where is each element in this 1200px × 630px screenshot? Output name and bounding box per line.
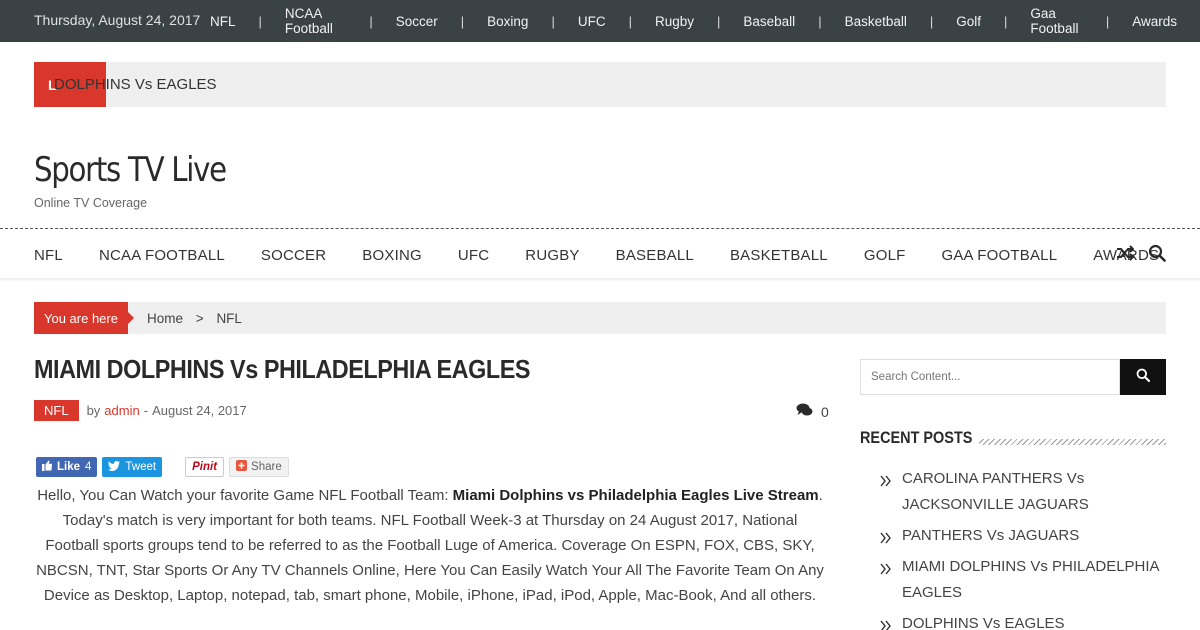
top-nav-link-soccer[interactable]: Soccer <box>373 14 461 29</box>
recent-posts-heading: RECENT POSTS <box>860 428 1166 450</box>
main-nav-golf[interactable]: GOLF <box>864 247 906 264</box>
comments-icon <box>796 403 813 420</box>
top-nav-item-gaa-football: | Gaa Football <box>1004 6 1106 36</box>
main-nav-baseball[interactable]: BASEBALL <box>616 247 694 264</box>
top-nav: NFL | NCAA Football | Soccer | Boxing | UFC | Rugb… <box>187 0 1200 42</box>
share-plus-icon <box>236 460 248 474</box>
main-nav-rugby[interactable]: RUGBY <box>525 247 579 264</box>
main-nav-ufc[interactable]: UFC <box>458 247 489 264</box>
top-nav-link-boxing[interactable]: Boxing <box>464 14 551 29</box>
share-label: Share <box>251 461 282 473</box>
top-nav-link-ufc[interactable]: UFC <box>555 14 629 29</box>
recent-posts-title: RECENT POSTS <box>860 428 980 448</box>
breadcrumb-current[interactable]: NFL <box>216 311 242 326</box>
chevron-double-right-icon <box>880 559 892 575</box>
by-label: by <box>86 403 101 418</box>
top-nav-item-ncaa-football: | NCAA Football <box>259 6 370 36</box>
top-nav-item-boxing: | Boxing <box>461 14 552 29</box>
main-nav-soccer[interactable]: SOCCER <box>261 247 326 264</box>
sidebar-search <box>860 359 1166 395</box>
ticker-headline-link[interactable]: DOLPHINS Vs EAGLES <box>54 76 217 93</box>
top-nav-item-soccer: | Soccer <box>369 14 460 29</box>
site-title[interactable]: Sports TV Live <box>34 150 227 190</box>
date-separator: - <box>143 403 149 418</box>
nav-shadow <box>0 278 1200 282</box>
site-tagline: Online TV Coverage <box>34 196 148 210</box>
like-count: 4 <box>85 461 92 473</box>
article-body-rest: . Today's match is very important for bo… <box>36 487 824 604</box>
top-nav-item-rugby: | Rugby <box>629 14 717 29</box>
recent-post-item[interactable]: MIAMI DOLPHINS Vs PHILADELPHIA EAGLES <box>880 554 1166 606</box>
recent-post-link[interactable]: PANTHERS Vs JAGUARS <box>902 527 1079 544</box>
search-icon[interactable] <box>1148 244 1166 262</box>
top-nav-link-golf[interactable]: Golf <box>933 14 1004 29</box>
recent-posts-list: CAROLINA PANTHERS Vs JACKSONVILLE JAGUAR… <box>880 466 1166 630</box>
comment-count-value: 0 <box>821 403 829 420</box>
current-date: Thursday, August 24, 2017 <box>34 12 201 28</box>
top-nav-item-ufc: | UFC <box>551 14 628 29</box>
top-bar: Thursday, August 24, 2017 NFL | NCAA Footb… <box>0 0 1200 42</box>
top-nav-link-baseball[interactable]: Baseball <box>720 14 818 29</box>
chevron-double-right-icon <box>880 528 892 544</box>
top-nav-item-awards: | Awards <box>1106 14 1200 29</box>
chevron-double-right-icon <box>880 471 892 487</box>
pinterest-button[interactable]: Pinit <box>185 457 225 477</box>
article-body-lead: Hello, You Can Watch your favorite Game … <box>37 487 453 504</box>
tweet-label: Tweet <box>125 461 157 473</box>
search-submit-button[interactable] <box>1120 359 1166 395</box>
main-nav-ncaa-football[interactable]: NCAA FOOTBALL <box>99 247 225 264</box>
recent-post-link[interactable]: CAROLINA PANTHERS Vs JACKSONVILLE JAGUAR… <box>902 470 1089 513</box>
heading-decor-lines <box>960 439 1166 445</box>
author-link[interactable]: admin <box>104 403 139 418</box>
like-label: Like <box>57 461 81 473</box>
main-nav-gaa-football[interactable]: GAA FOOTBALL <box>941 247 1057 264</box>
main-nav: NFL NCAA FOOTBALL SOCCER BOXING UFC RUGBY BASE… <box>34 232 1195 278</box>
breadcrumb-home-link[interactable]: Home <box>147 311 183 326</box>
top-nav-link-awards[interactable]: Awards <box>1109 14 1200 29</box>
top-nav-link-nfl[interactable]: NFL <box>187 14 259 29</box>
top-nav-link-ncaa-football[interactable]: NCAA Football <box>262 6 369 36</box>
article-body: Hello, You Can Watch your favorite Game … <box>34 483 826 608</box>
tweet-button[interactable]: Tweet <box>102 457 163 477</box>
nav-top-divider <box>0 228 1200 229</box>
top-nav-item-basketball: | Basketball <box>818 14 930 29</box>
breadcrumb: You are here Home > NFL <box>34 302 1166 334</box>
recent-post-item[interactable]: CAROLINA PANTHERS Vs JACKSONVILLE JAGUAR… <box>880 466 1166 518</box>
category-badge[interactable]: NFL <box>34 400 79 421</box>
article-body-highlight: Miami Dolphins vs Philadelphia Eagles Li… <box>452 487 819 504</box>
breadcrumb-label: You are here <box>34 302 134 334</box>
comment-count[interactable]: 0 <box>796 403 829 420</box>
recent-post-item[interactable]: DOLPHINS Vs EAGLES <box>880 611 1166 630</box>
top-nav-link-gaa-football[interactable]: Gaa Football <box>1007 6 1105 36</box>
top-nav-item-nfl: NFL <box>187 14 259 29</box>
post-date: August 24, 2017 <box>152 403 247 418</box>
facebook-like-button[interactable]: Like 4 <box>36 457 98 477</box>
top-nav-link-basketball[interactable]: Basketball <box>822 14 930 29</box>
article-title: MIAMI DOLPHINS Vs PHILADELPHIA EAGLES <box>34 354 531 384</box>
recent-post-item[interactable]: PANTHERS Vs JAGUARS <box>880 523 1166 549</box>
main-nav-basketball[interactable]: BASKETBALL <box>730 247 828 264</box>
breadcrumb-separator: > <box>195 311 204 326</box>
social-share-bar: Like 4 Tweet Pinit Share <box>36 457 289 477</box>
news-ticker: L DOLPHINS Vs EAGLES <box>34 62 1166 107</box>
nav-icons <box>1116 244 1166 262</box>
share-button[interactable]: Share <box>229 457 289 477</box>
top-nav-link-rugby[interactable]: Rugby <box>632 14 717 29</box>
recent-post-link[interactable]: DOLPHINS Vs EAGLES <box>902 615 1065 630</box>
top-nav-item-baseball: | Baseball <box>717 14 818 29</box>
chevron-double-right-icon <box>880 616 892 630</box>
main-nav-nfl[interactable]: NFL <box>34 247 63 264</box>
twitter-bird-icon <box>108 460 121 474</box>
search-icon <box>1136 368 1151 387</box>
top-nav-item-golf: | Golf <box>930 14 1004 29</box>
article-meta: NFL by admin - August 24, 2017 <box>34 400 247 421</box>
shuffle-icon[interactable] <box>1116 244 1135 262</box>
recent-post-link[interactable]: MIAMI DOLPHINS Vs PHILADELPHIA EAGLES <box>902 558 1159 601</box>
thumbs-up-icon <box>42 460 53 474</box>
breadcrumb-path: Home > NFL <box>147 311 251 326</box>
main-nav-boxing[interactable]: BOXING <box>362 247 422 264</box>
search-input[interactable] <box>860 359 1120 395</box>
